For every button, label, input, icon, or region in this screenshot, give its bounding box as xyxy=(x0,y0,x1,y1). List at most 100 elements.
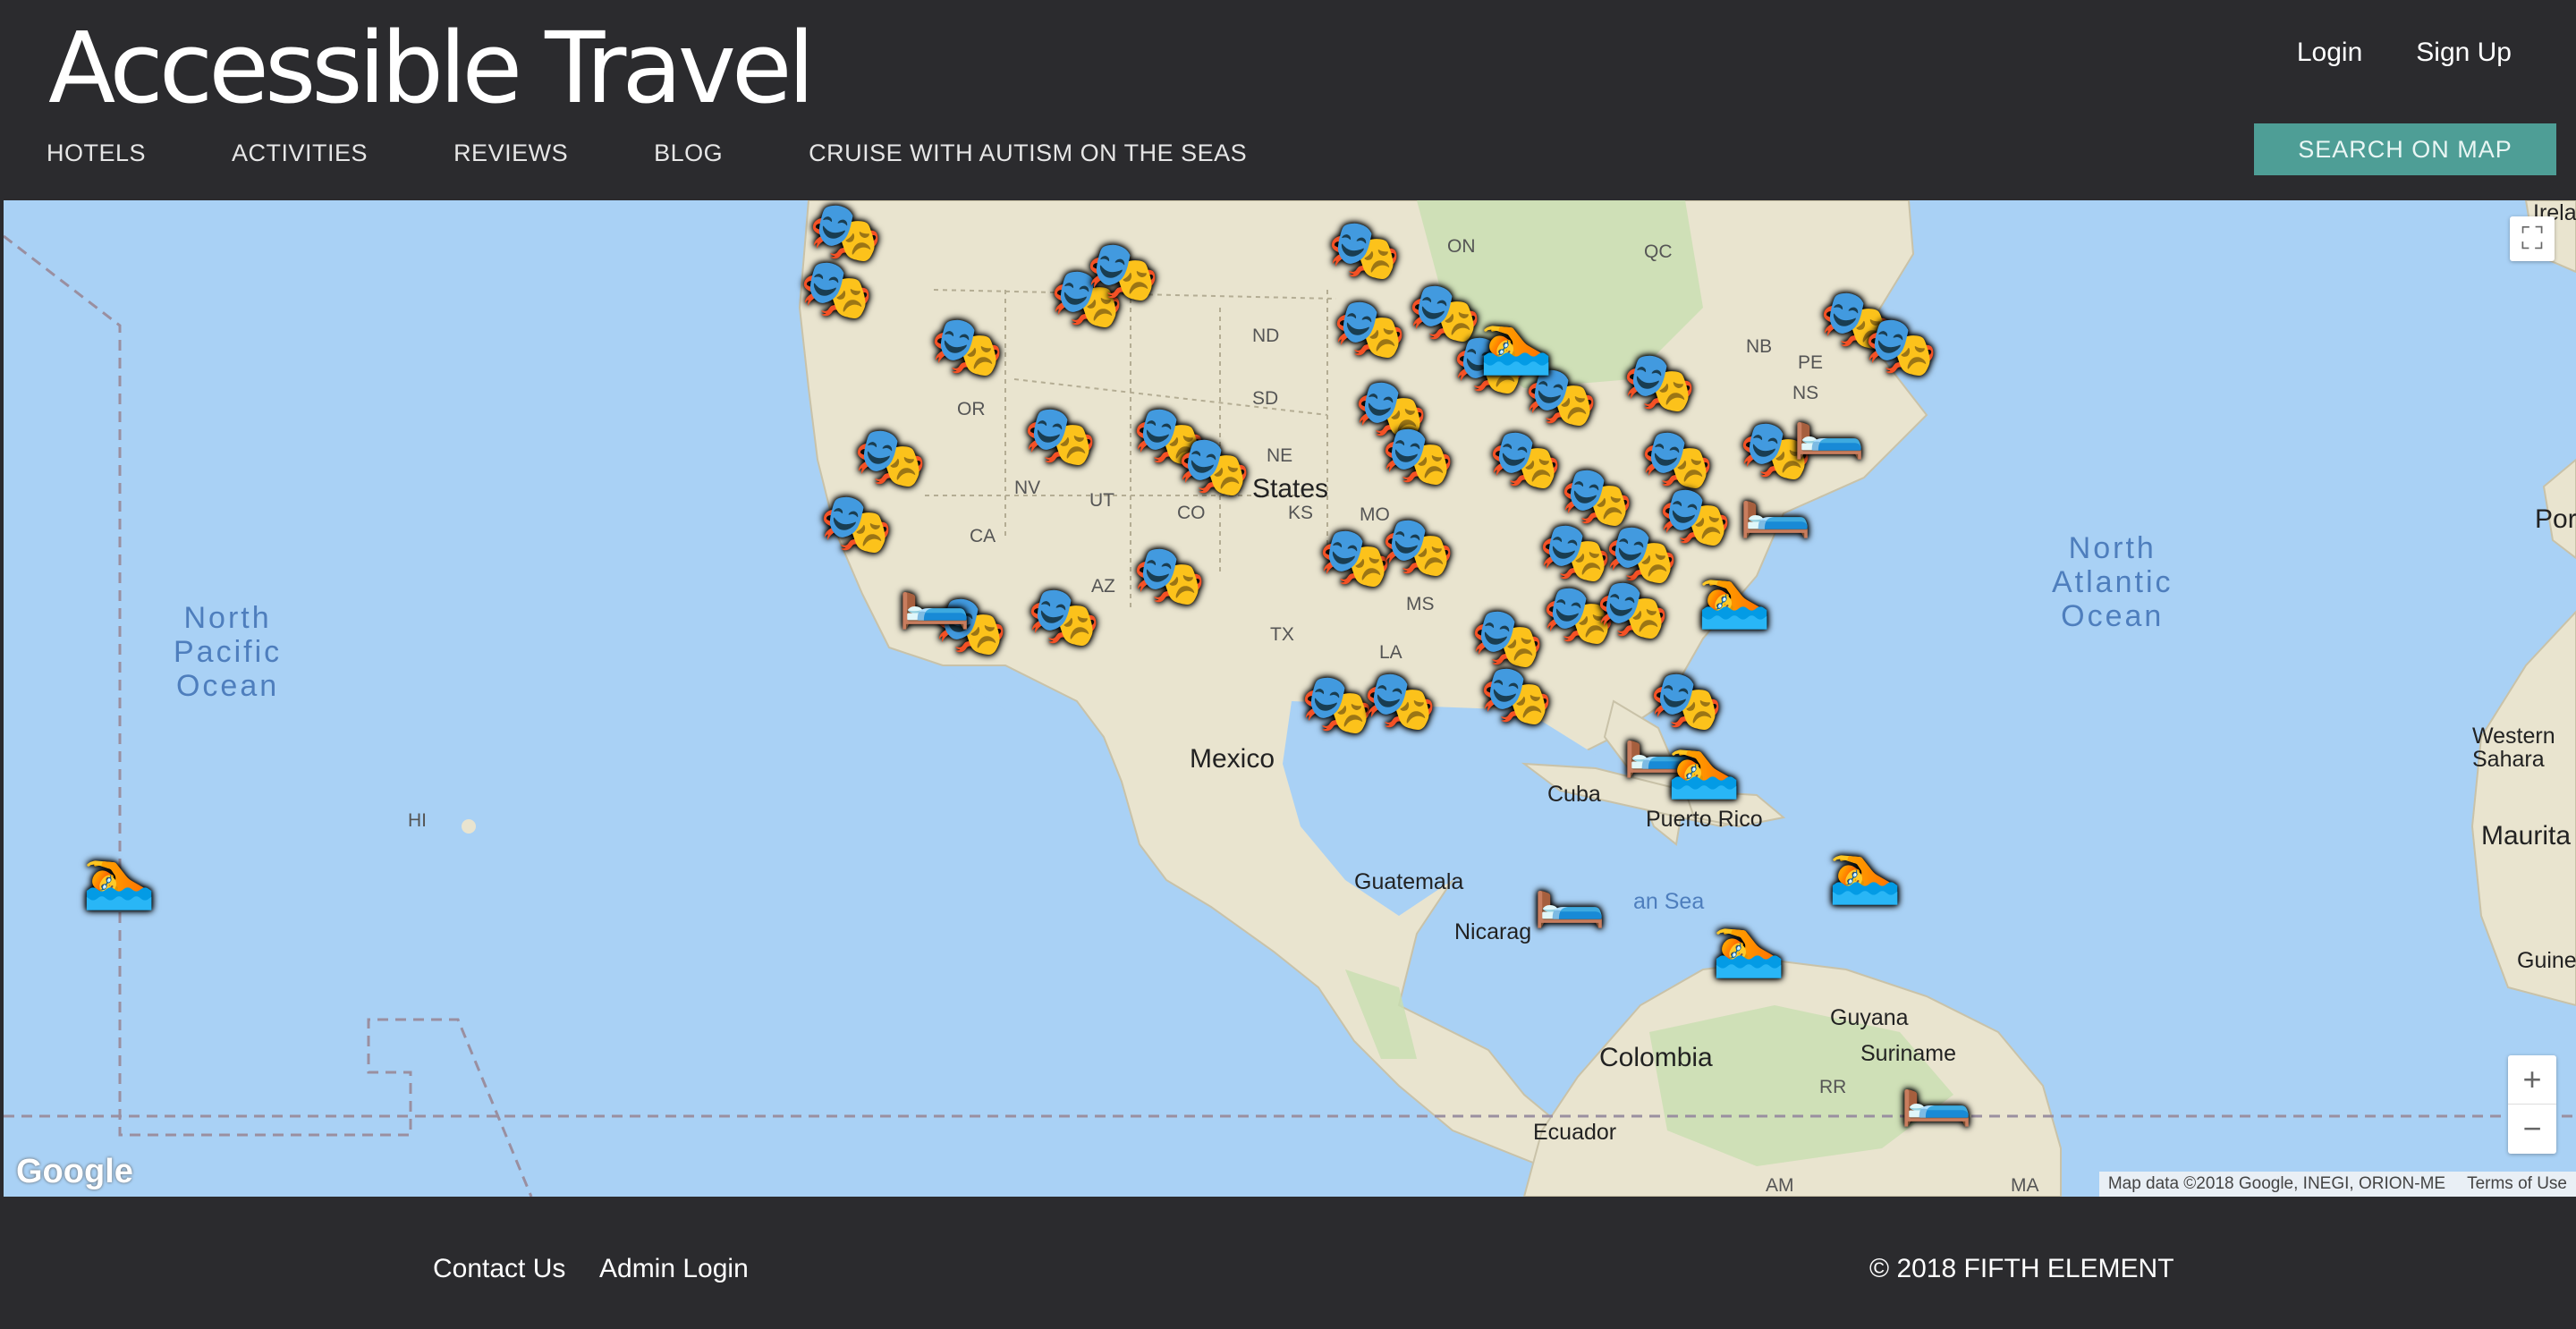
label-qc: QC xyxy=(1644,241,1673,262)
marker-swim-swimmer-icon[interactable]: 🏊 xyxy=(1828,842,1902,902)
marker-swim-swimmer-icon[interactable]: 🏊 xyxy=(82,848,156,907)
label-or: OR xyxy=(957,399,986,419)
label-ut: UT xyxy=(1089,490,1114,511)
label-co: CO xyxy=(1177,503,1206,523)
marker-activity-theater-masks-icon[interactable]: 🎭 xyxy=(1640,429,1714,488)
label-guinea: Guine xyxy=(2517,948,2576,973)
label-western-sahara: Western Sahara xyxy=(2472,724,2555,772)
label-cuba: Cuba xyxy=(1547,782,1601,807)
label-mexico: Mexico xyxy=(1190,744,1275,774)
marker-hotel-bed-icon[interactable]: 🛏️ xyxy=(1792,397,1866,456)
zoom-out-button[interactable]: − xyxy=(2508,1105,2556,1153)
marker-swim-swimmer-icon[interactable]: 🏊 xyxy=(1667,737,1741,796)
label-sd: SD xyxy=(1252,388,1279,409)
marker-activity-theater-masks-icon[interactable]: 🎭 xyxy=(1623,352,1696,411)
marker-hotel-bed-icon[interactable]: 🛏️ xyxy=(1739,476,1812,535)
admin-login-link[interactable]: Admin Login xyxy=(599,1254,749,1284)
marker-activity-theater-masks-icon[interactable]: 🎭 xyxy=(1132,546,1206,605)
site-footer: Contact Us Admin Login © 2018 FIFTH ELEM… xyxy=(0,1197,2576,1329)
marker-swim-swimmer-icon[interactable]: 🏊 xyxy=(1712,916,1785,975)
marker-activity-theater-masks-icon[interactable]: 🎭 xyxy=(1363,671,1436,730)
map-data-text: Map data ©2018 Google, INEGI, ORION-ME xyxy=(2107,1174,2446,1193)
label-la: LA xyxy=(1379,642,1402,663)
google-logo: Google xyxy=(16,1153,133,1190)
marker-activity-theater-masks-icon[interactable]: 🎭 xyxy=(930,317,1004,376)
marker-activity-theater-masks-icon[interactable]: 🎭 xyxy=(1538,522,1612,581)
marker-activity-theater-masks-icon[interactable]: 🎭 xyxy=(1381,517,1454,576)
terms-of-use-link[interactable]: Terms of Use xyxy=(2467,1174,2567,1194)
marker-swim-swimmer-icon[interactable]: 🏊 xyxy=(1698,567,1771,626)
site-header: Accessible Travel HOTELS ACTIVITIES REVI… xyxy=(0,0,2576,200)
label-portugal: Por xyxy=(2535,504,2576,534)
map-view[interactable]: North Pacific Ocean North Atlantic Ocean… xyxy=(4,200,2576,1197)
copyright-text: © 2018 FIFTH ELEMENT xyxy=(1869,1254,2174,1283)
zoom-in-button[interactable]: + xyxy=(2508,1055,2556,1104)
marker-activity-theater-masks-icon[interactable]: 🎭 xyxy=(800,259,873,318)
login-link[interactable]: Login xyxy=(2297,38,2362,68)
nav-blog[interactable]: BLOG xyxy=(654,140,723,167)
marker-hotel-bed-icon[interactable]: 🛏️ xyxy=(1900,1064,1973,1123)
label-ms: MS xyxy=(1406,594,1435,614)
label-colombia: Colombia xyxy=(1599,1043,1713,1072)
marker-hotel-bed-icon[interactable]: 🛏️ xyxy=(898,567,971,626)
label-ne: NE xyxy=(1267,445,1293,466)
marker-activity-theater-masks-icon[interactable]: 🎭 xyxy=(1488,429,1562,488)
nav-hotels[interactable]: HOTELS xyxy=(47,140,146,167)
label-nv: NV xyxy=(1014,478,1041,498)
label-nicaragua: Nicarag xyxy=(1454,919,1532,944)
label-hi: HI xyxy=(408,810,427,831)
signup-link[interactable]: Sign Up xyxy=(2416,38,2512,68)
label-ecuador: Ecuador xyxy=(1533,1120,1617,1145)
marker-activity-theater-masks-icon[interactable]: 🎭 xyxy=(1381,426,1454,485)
label-puerto-rico: Puerto Rico xyxy=(1646,807,1763,832)
label-guatemala: Guatemala xyxy=(1354,869,1464,894)
marker-activity-theater-masks-icon[interactable]: 🎭 xyxy=(853,427,927,487)
marker-activity-theater-masks-icon[interactable]: 🎭 xyxy=(1596,580,1669,639)
marker-hotel-bed-icon[interactable]: 🛏️ xyxy=(1533,866,1606,925)
marker-activity-theater-masks-icon[interactable]: 🎭 xyxy=(1027,587,1100,646)
label-on: ON xyxy=(1447,236,1476,257)
marker-activity-theater-masks-icon[interactable]: 🎭 xyxy=(819,494,893,553)
map-base xyxy=(4,200,2576,1197)
label-nd: ND xyxy=(1252,326,1280,346)
land-africa xyxy=(2470,610,2576,1007)
label-north-pacific: North Pacific Ocean xyxy=(174,601,282,703)
map-attribution: Map data ©2018 Google, INEGI, ORION-ME T… xyxy=(2098,1172,2576,1197)
label-mauritania: Maurita xyxy=(2481,821,2572,851)
label-am: AM xyxy=(1766,1175,1794,1196)
auth-links: Login Sign Up xyxy=(2243,38,2512,68)
label-ca: CA xyxy=(970,526,996,546)
marker-activity-theater-masks-icon[interactable]: 🎭 xyxy=(1864,317,1937,376)
search-on-map-button[interactable]: SEARCH ON MAP xyxy=(2254,123,2556,175)
marker-activity-theater-masks-icon[interactable]: 🎭 xyxy=(1023,406,1097,465)
marker-swim-swimmer-icon[interactable]: 🏊 xyxy=(1479,313,1553,372)
zoom-control: + − xyxy=(2508,1055,2556,1154)
label-ks: KS xyxy=(1288,503,1314,523)
site-logo[interactable]: Accessible Travel xyxy=(48,5,815,131)
marker-activity-theater-masks-icon[interactable]: 🎭 xyxy=(1470,608,1544,667)
fullscreen-button[interactable]: ⛶ xyxy=(2510,216,2555,261)
label-ma: MA xyxy=(2011,1175,2039,1196)
contact-us-link[interactable]: Contact Us xyxy=(433,1254,565,1284)
marker-activity-theater-masks-icon[interactable]: 🎭 xyxy=(1086,241,1159,301)
label-nb: NB xyxy=(1746,336,1773,357)
marker-activity-theater-masks-icon[interactable]: 🎭 xyxy=(1560,467,1633,526)
nav-activities[interactable]: ACTIVITIES xyxy=(232,140,368,167)
label-north-pacific-text: North Pacific Ocean xyxy=(174,601,283,703)
marker-activity-theater-masks-icon[interactable]: 🎭 xyxy=(1479,665,1553,724)
label-caribbean: an Sea xyxy=(1633,889,1705,914)
main-nav: HOTELS ACTIVITIES REVIEWS BLOG CRUISE WI… xyxy=(47,140,1333,167)
label-guyana: Guyana xyxy=(1830,1005,1909,1030)
label-states: States xyxy=(1252,474,1329,504)
nav-cruise[interactable]: CRUISE WITH AUTISM ON THE SEAS xyxy=(809,140,1247,167)
nav-reviews[interactable]: REVIEWS xyxy=(453,140,568,167)
marker-activity-theater-masks-icon[interactable]: 🎭 xyxy=(1177,436,1250,495)
label-tx: TX xyxy=(1270,624,1294,645)
label-north-atlantic-text: North Atlantic Ocean xyxy=(2052,531,2174,633)
label-north-atlantic: North Atlantic Ocean xyxy=(2052,531,2174,633)
marker-activity-theater-masks-icon[interactable]: 🎭 xyxy=(1333,299,1406,358)
label-rr: RR xyxy=(1819,1077,1847,1097)
marker-activity-theater-masks-icon[interactable]: 🎭 xyxy=(1658,487,1732,546)
marker-activity-theater-masks-icon[interactable]: 🎭 xyxy=(809,202,882,261)
marker-activity-theater-masks-icon[interactable]: 🎭 xyxy=(1327,220,1401,279)
